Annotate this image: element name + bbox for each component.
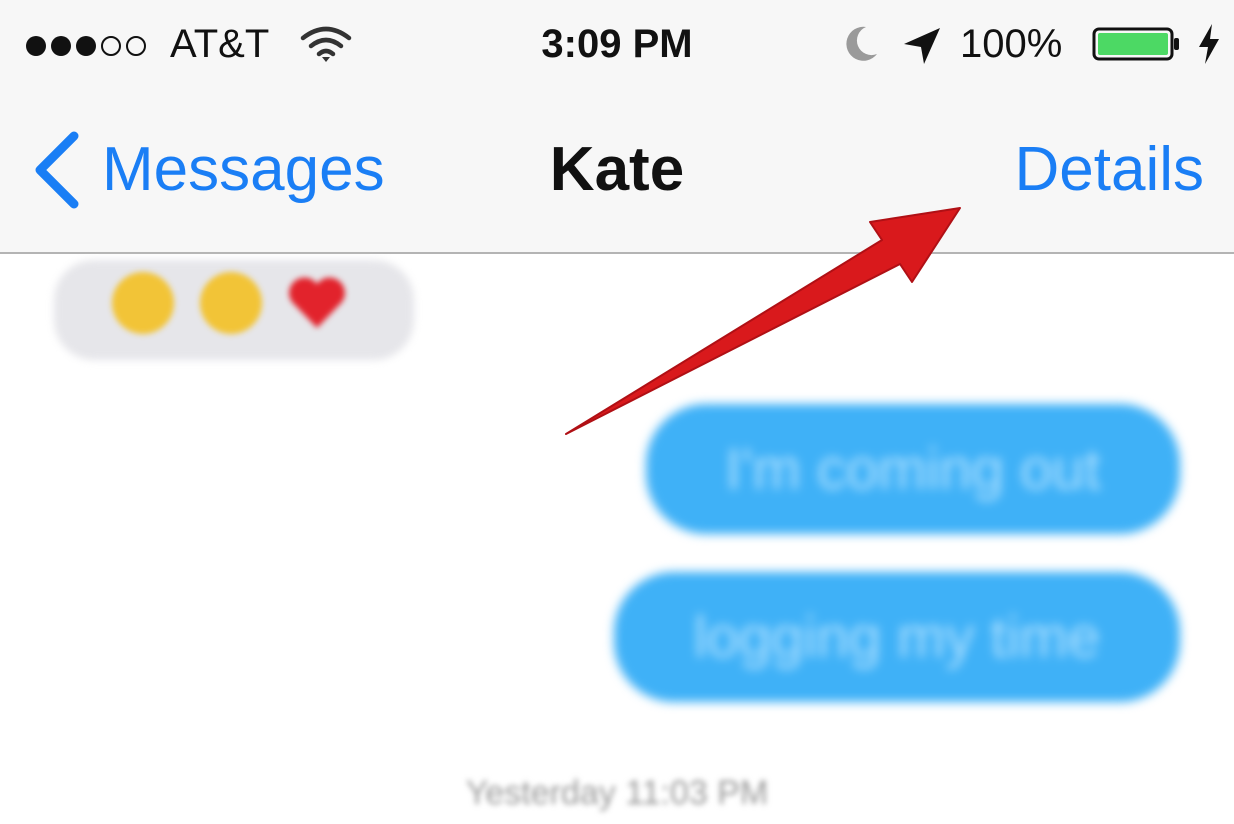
navigation-bar: Messages Kate Details (0, 90, 1234, 252)
battery-icon (1092, 27, 1179, 61)
smiling-face-emoji-icon (200, 272, 262, 334)
laughing-face-emoji-icon (112, 272, 174, 334)
sent-message-text: logging my time (693, 604, 1101, 670)
sent-message-bubble: logging my time (614, 572, 1180, 702)
battery-percent: 100% (960, 22, 1063, 66)
message-timestamp: Yesterday 11:03 PM (465, 774, 769, 812)
red-heart-emoji-icon (289, 277, 345, 328)
top-chrome: AT&T 3:09 PM 100% Messages Kate Details (0, 0, 1234, 254)
emoji-row (112, 268, 348, 338)
details-button[interactable]: Details (1014, 130, 1204, 210)
sent-message-bubble: I'm coming out (646, 404, 1180, 534)
moon-icon (846, 26, 877, 61)
sent-message-text: I'm coming out (725, 436, 1101, 502)
status-bar: AT&T 3:09 PM 100% (0, 0, 1234, 90)
location-arrow-icon (904, 28, 940, 64)
message-thread[interactable]: I'm coming out logging my time Yesterday… (0, 254, 1234, 824)
lightning-bolt-icon (1199, 24, 1219, 64)
